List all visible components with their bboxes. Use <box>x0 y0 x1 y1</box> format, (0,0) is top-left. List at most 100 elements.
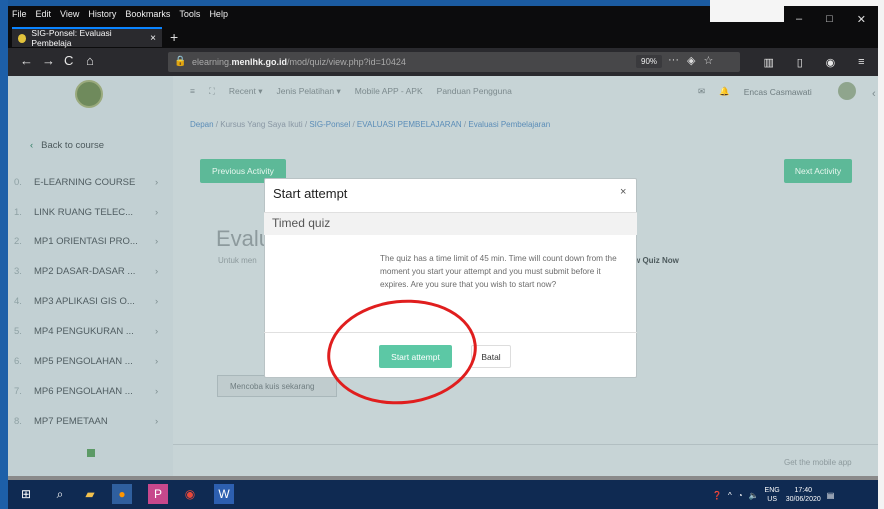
sidebar-item[interactable]: 1. LINK RUANG TELEC... › <box>14 207 164 218</box>
breadcrumb-courses[interactable]: Kursus Yang Saya Ikuti <box>220 120 302 129</box>
url-text: elearning.menlhk.go.id/mod/quiz/view.php… <box>192 57 406 67</box>
modal-message: The quiz has a time limit of 45 min. Tim… <box>380 254 617 289</box>
sidebar-item[interactable]: 0. E-LEARNING COURSE › <box>14 177 164 188</box>
nav-panduan[interactable]: Panduan Pengguna <box>437 86 512 97</box>
modal-close-icon[interactable]: × <box>620 186 626 198</box>
cancel-button[interactable]: Batal <box>471 345 511 368</box>
sidebar-item[interactable]: 7. MP6 PENGOLAHAN ... › <box>14 386 164 397</box>
sidebar-item[interactable]: 3. MP2 DASAR-DASAR ... › <box>14 266 164 277</box>
tray-expand-icon[interactable]: ^ <box>728 491 732 500</box>
chevron-right-icon: › <box>155 386 159 397</box>
library-icon[interactable]: ▥ <box>763 56 773 69</box>
attempt-quiz-button[interactable]: Mencoba kuis sekarang <box>217 375 337 397</box>
fullscreen-icon[interactable]: ⛶ <box>209 86 215 97</box>
hamburger-icon[interactable]: ≡ <box>190 86 195 97</box>
get-mobile-app-link[interactable]: Get the mobile app <box>784 458 852 467</box>
sidebar-footer-icon[interactable] <box>87 449 95 457</box>
network-icon[interactable]: ◔ <box>738 491 743 500</box>
forward-arrow-icon[interactable]: → <box>42 53 55 68</box>
menu-view[interactable]: View <box>60 9 79 19</box>
menu-help[interactable]: Help <box>209 9 228 19</box>
menu-edit[interactable]: Edit <box>36 9 52 19</box>
messages-icon[interactable]: ✉ <box>698 86 705 97</box>
bookmark-star-icon[interactable]: ☆ <box>703 54 713 67</box>
chevron-left-icon: ‹ <box>30 140 34 151</box>
modal-title: Start attempt <box>273 186 348 201</box>
breadcrumb-home[interactable]: Depan <box>190 120 214 129</box>
nav-jenis-pelatihan[interactable]: Jenis Pelatihan ▾ <box>276 86 340 97</box>
help-icon[interactable]: ❓ <box>712 491 722 500</box>
powerpoint-icon[interactable]: P <box>148 484 168 504</box>
home-icon[interactable]: ⌂ <box>86 53 94 68</box>
chrome-icon[interactable]: ◉ <box>180 484 200 504</box>
file-explorer-icon[interactable]: ▰ <box>80 484 100 504</box>
sidebar-item[interactable]: 5. MP4 PENGUKURAN ... › <box>14 326 164 337</box>
top-navigation: ≡ ⛶ Recent ▾ Jenis Pelatihan ▾ Mobile AP… <box>190 86 512 97</box>
chevron-right-icon: › <box>155 326 159 337</box>
chevron-right-icon: › <box>155 356 159 367</box>
sidebar-item[interactable]: 4. MP3 APLIKASI GIS O... › <box>14 296 164 307</box>
firefox-icon[interactable]: ● <box>112 484 132 504</box>
zoom-level[interactable]: 90% <box>636 55 663 68</box>
toolbar-right: ▥ ▯ ◉ ≡ <box>752 52 876 72</box>
nav-mobile-app[interactable]: Mobile APP - APK <box>355 86 423 97</box>
menu-tools[interactable]: Tools <box>179 9 200 19</box>
page-title: Evalu <box>216 226 272 251</box>
clock[interactable]: 17:40 30/06/2020 <box>786 486 821 504</box>
next-activity-button[interactable]: Next Activity <box>784 159 852 183</box>
chevron-right-icon: › <box>155 416 159 427</box>
new-tab-button[interactable]: + <box>170 27 184 47</box>
chevron-right-icon: › <box>155 177 159 188</box>
menu-bar: File Edit View History Bookmarks Tools H… <box>8 6 710 22</box>
windows-start-icon[interactable]: ⊞ <box>16 484 36 504</box>
url-bar[interactable]: 🔒 elearning.menlhk.go.id/mod/quiz/view.p… <box>168 52 740 72</box>
account-icon[interactable]: ◉ <box>826 56 836 69</box>
browser-tab[interactable]: SIG-Ponsel: Evaluasi Pembelaja × <box>12 27 162 48</box>
chevron-right-icon: › <box>155 207 159 218</box>
notification-center-icon[interactable]: ▤ <box>827 491 835 500</box>
search-icon[interactable]: ⌕ <box>50 484 70 504</box>
breadcrumb-course[interactable]: SIG-Ponsel <box>309 120 350 129</box>
desktop-edge <box>0 0 8 509</box>
system-tray: ❓ ^ ◔ 🔈 ENG US 17:40 30/06/2020 ▤ <box>712 484 834 506</box>
chevron-right-icon: › <box>155 296 159 307</box>
sidebar-item[interactable]: 6. MP5 PENGOLAHAN ... › <box>14 356 164 367</box>
pocket-icon[interactable]: ◈ <box>687 54 695 67</box>
breadcrumb-section[interactable]: EVALUASI PEMBELAJARAN <box>357 120 462 129</box>
breadcrumb-page[interactable]: Evaluasi Pembelajaran <box>468 120 550 129</box>
nav-recent[interactable]: Recent ▾ <box>229 86 263 97</box>
sidebar-item[interactable]: 8. MP7 PEMETAAN › <box>14 416 164 427</box>
menu-history[interactable]: History <box>88 9 116 19</box>
language-indicator[interactable]: ENG US <box>765 486 780 504</box>
word-icon[interactable]: W <box>214 484 234 504</box>
favicon-icon <box>18 33 27 43</box>
back-to-course-link[interactable]: ‹ Back to course <box>30 140 104 151</box>
back-arrow-icon[interactable]: ← <box>20 53 33 68</box>
user-name[interactable]: Encas Casmawati <box>744 87 812 97</box>
desktop-edge <box>878 0 884 509</box>
more-actions-icon[interactable]: ··· <box>668 54 679 67</box>
tab-title: SIG-Ponsel: Evaluasi Pembelaja <box>31 28 112 48</box>
breadcrumb: Depan / Kursus Yang Saya Ikuti / SIG-Pon… <box>190 120 551 129</box>
sidebar-toggle-icon[interactable]: ▯ <box>797 56 803 69</box>
notifications-icon[interactable]: 🔔 <box>719 86 730 97</box>
menu-hamburger-icon[interactable]: ≡ <box>858 56 864 68</box>
chevron-right-icon: › <box>155 266 159 277</box>
volume-icon[interactable]: 🔈 <box>749 491 759 500</box>
site-logo[interactable] <box>75 80 103 108</box>
menu-file[interactable]: File <box>12 9 27 19</box>
modal-subheading: Timed quiz <box>272 216 331 230</box>
reload-icon[interactable]: C <box>64 53 73 68</box>
avatar[interactable] <box>838 82 856 100</box>
menu-bookmarks[interactable]: Bookmarks <box>125 9 170 19</box>
user-area: ✉ 🔔 Encas Casmawati <box>698 86 812 97</box>
chevron-right-icon: › <box>155 236 159 247</box>
sidebar-item[interactable]: 2. MP1 ORIENTASI PRO... › <box>14 236 164 247</box>
tab-close-icon[interactable]: × <box>150 33 156 44</box>
review-quiz-link[interactable]: w Quiz Now <box>634 256 679 265</box>
page-intro: Untuk men <box>218 256 257 265</box>
lock-icon: 🔒 <box>174 56 187 67</box>
footer-divider <box>173 444 878 445</box>
page-actions: ··· ◈ ☆ <box>668 54 713 67</box>
chevron-left-icon[interactable]: ‹ <box>872 88 876 100</box>
